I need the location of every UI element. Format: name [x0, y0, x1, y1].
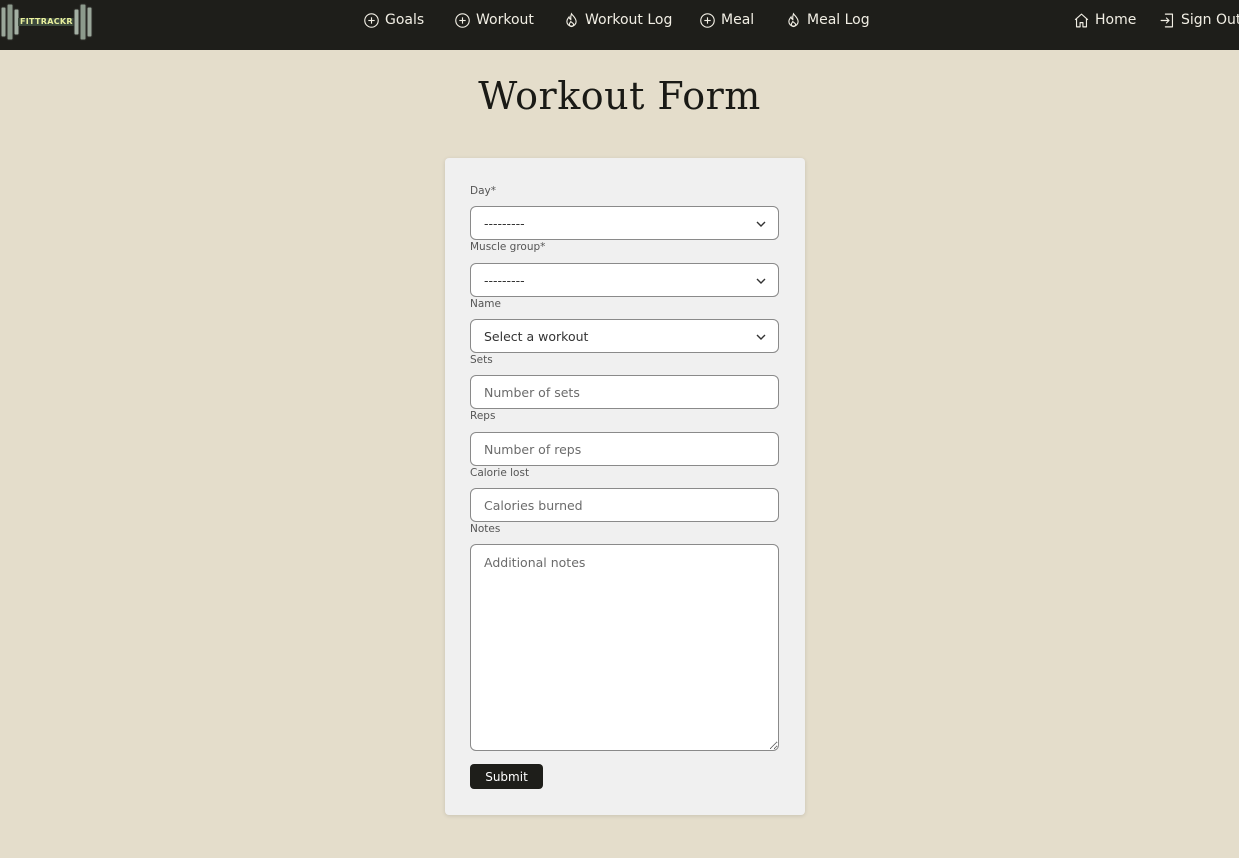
top-navbar: FITTRACKR Goals Workout Workout Log Meal…: [0, 0, 1239, 50]
nav-home-link[interactable]: Home: [1073, 0, 1136, 40]
chevron-down-icon: [756, 221, 766, 227]
muscle-group-label: Muscle group*: [470, 241, 546, 253]
fittrackr-logo[interactable]: FITTRACKR: [0, 3, 96, 41]
notes-textarea[interactable]: [470, 544, 779, 751]
flame-icon: [566, 12, 577, 27]
sets-input[interactable]: [470, 375, 779, 409]
plus-circle-icon: [455, 12, 470, 28]
page-title: Workout Form: [478, 74, 761, 118]
calorie-lost-label: Calorie lost: [470, 467, 530, 479]
nav-workout-link[interactable]: Workout: [454, 0, 534, 40]
plus-circle-icon: [700, 12, 715, 28]
nav-goals-link[interactable]: Goals: [363, 0, 424, 40]
calorie-lost-input[interactable]: [470, 488, 779, 522]
nav-meal-log-label: Meal Log: [807, 12, 870, 28]
nav-meal-label: Meal: [721, 12, 755, 28]
nav-meal-log-link[interactable]: Meal Log: [785, 0, 870, 40]
reps-input[interactable]: [470, 432, 779, 466]
workout-name-select-value: Select a workout: [484, 328, 589, 344]
nav-meal-link[interactable]: Meal: [699, 0, 754, 40]
day-select[interactable]: ---------: [470, 206, 779, 240]
nav-home-label: Home: [1095, 12, 1137, 28]
name-label: Name: [470, 298, 501, 310]
nav-goals-label: Goals: [385, 12, 425, 28]
workout-form-card: Day* --------- Muscle group* --------- N…: [445, 158, 805, 815]
nav-sign-out-label: Sign Out: [1181, 12, 1239, 28]
reps-label: Reps: [470, 410, 496, 422]
logo-text: FITTRACKR: [20, 17, 73, 26]
nav-sign-out-link[interactable]: Sign Out: [1159, 0, 1239, 40]
chevron-down-icon: [756, 334, 766, 340]
nav-workout-label: Workout: [476, 12, 534, 28]
sign-out-icon: [1160, 13, 1174, 27]
sets-label: Sets: [470, 354, 493, 366]
plus-circle-icon: [364, 12, 379, 28]
day-select-value: ---------: [484, 215, 525, 231]
muscle-group-select-value: ---------: [484, 272, 525, 288]
submit-button[interactable]: Submit: [470, 764, 543, 789]
notes-label: Notes: [470, 523, 501, 535]
flame-icon: [788, 12, 799, 27]
nav-workout-log-label: Workout Log: [585, 12, 673, 28]
day-label: Day*: [470, 185, 496, 197]
home-icon: [1074, 13, 1089, 27]
chevron-down-icon: [756, 278, 766, 284]
muscle-group-select[interactable]: ---------: [470, 263, 779, 297]
workout-name-select[interactable]: Select a workout: [470, 319, 779, 353]
nav-workout-log-link[interactable]: Workout Log: [563, 0, 672, 40]
